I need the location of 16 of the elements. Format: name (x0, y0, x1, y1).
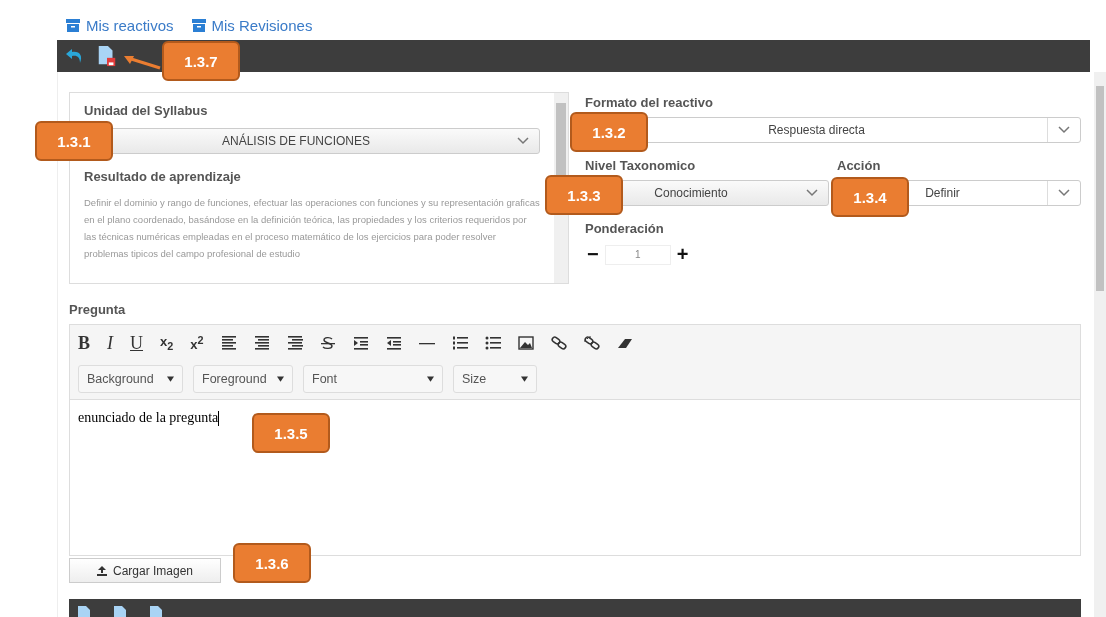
callout-tooltip: 1.3.7 (162, 41, 240, 81)
callout-tooltip: 1.3.1 (35, 121, 113, 161)
field-label: Unidad del Syllabus (84, 103, 209, 118)
callout-tooltip: 1.3.2 (570, 112, 648, 152)
callout-tooltip: 1.3.6 (233, 543, 311, 583)
question-text: enunciado de la pregunta (78, 410, 219, 425)
field-label: Ponderación (585, 221, 665, 236)
callout-tooltip: 1.3.5 (252, 413, 330, 453)
learning-outcome-text: Definir el dominio y rango de funciones, efectuar las operaciones con funciones y su representación graficas en el plano coordenado, basándose en la definición teórica, las propiedades y los criterios requeridos por las técnicas numéricas empleadas en el proceso matemático de los ejercicios para poder resolver problemas tipicos del campo profesional de estudio (84, 196, 540, 261)
field-label: Pregunta (69, 302, 127, 317)
section-heading: Resultado de aprendizaje (84, 169, 242, 184)
callout-tooltip: 1.3.3 (545, 175, 623, 215)
field-label: Formato del reactivo (585, 95, 714, 110)
field-label: Nivel Taxonomico (585, 158, 697, 173)
callout-tooltip: 1.3.4 (831, 177, 909, 217)
field-label: Acción (837, 158, 882, 173)
